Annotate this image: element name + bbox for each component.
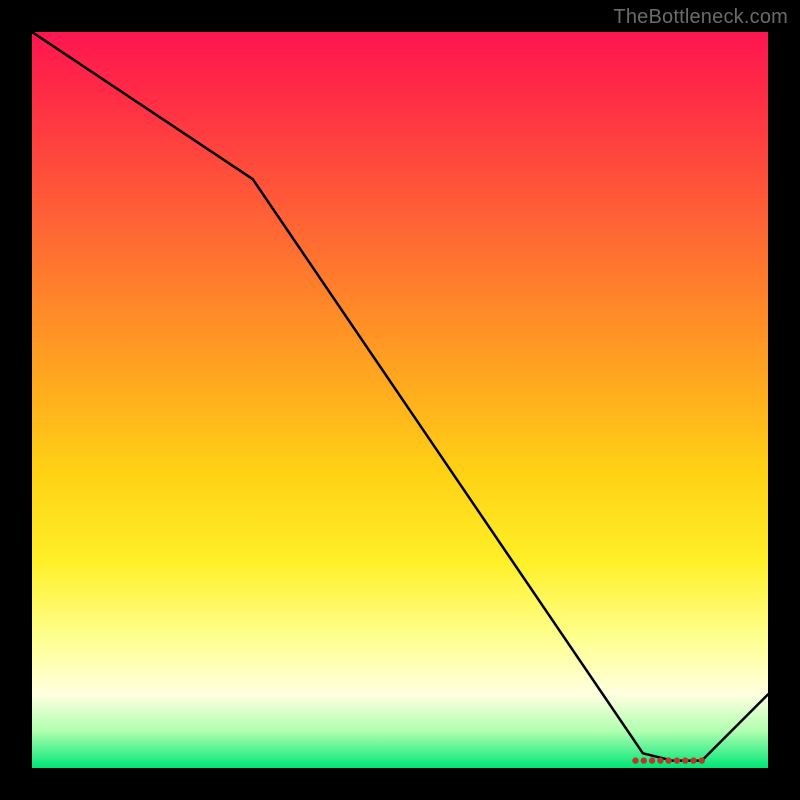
marker-dot xyxy=(674,757,680,763)
watermark-text: TheBottleneck.com xyxy=(613,6,788,29)
chart-container: TheBottleneck.com xyxy=(0,0,800,800)
marker-dots xyxy=(632,757,705,763)
marker-dot xyxy=(665,757,671,763)
marker-dot xyxy=(657,757,663,763)
marker-dot xyxy=(641,757,647,763)
marker-dot xyxy=(699,757,705,763)
marker-dot xyxy=(632,757,638,763)
marker-dot xyxy=(682,757,688,763)
data-line xyxy=(32,32,768,761)
marker-dot xyxy=(649,757,655,763)
chart-svg xyxy=(32,32,768,768)
plot-area xyxy=(32,32,768,768)
marker-dot xyxy=(690,757,696,763)
